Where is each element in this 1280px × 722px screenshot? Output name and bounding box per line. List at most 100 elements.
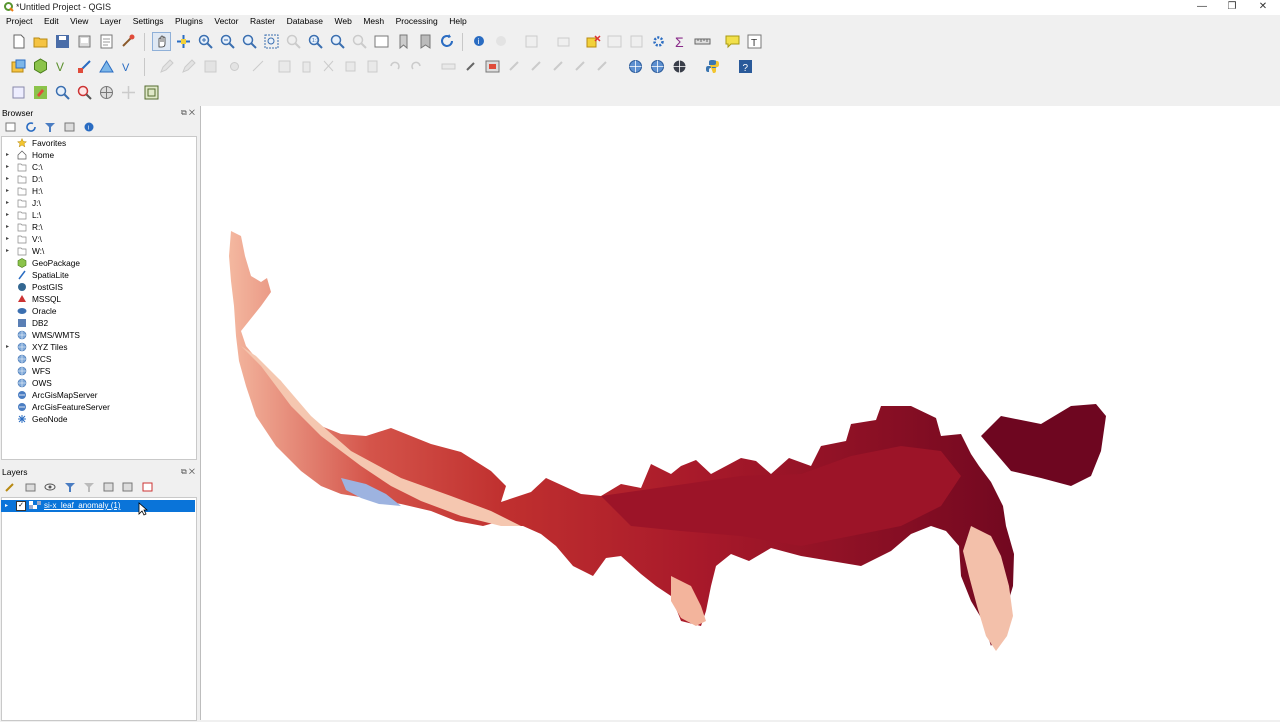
edit-pencil-icon[interactable] xyxy=(158,58,175,75)
new-bookmark-icon[interactable] xyxy=(395,33,412,50)
pan-map-icon[interactable] xyxy=(152,32,171,51)
rotate-label-icon[interactable] xyxy=(550,58,567,75)
ows-search-icon[interactable] xyxy=(671,58,688,75)
browser-item[interactable]: WCS xyxy=(2,353,196,365)
layer-visibility-checkbox[interactable]: ✓ xyxy=(16,501,26,511)
menu-settings[interactable]: Settings xyxy=(129,15,168,27)
show-bookmarks-icon[interactable] xyxy=(417,33,434,50)
browser-item[interactable]: ArcGisMapServer xyxy=(2,389,196,401)
expand-arrow-icon[interactable]: ▸ xyxy=(6,245,12,257)
save-as-icon[interactable] xyxy=(76,33,93,50)
filter-browser-icon[interactable] xyxy=(43,121,57,133)
move-plugin-icon[interactable] xyxy=(120,84,137,101)
browser-item[interactable]: WFS xyxy=(2,365,196,377)
search-plugin-icon[interactable] xyxy=(76,84,93,101)
browser-item[interactable]: GeoPackage xyxy=(2,257,196,269)
collapse-all-layers-icon[interactable] xyxy=(121,481,135,493)
browser-item[interactable]: PostGIS xyxy=(2,281,196,293)
expand-arrow-icon[interactable]: ▸ xyxy=(6,149,12,161)
menu-project[interactable]: Project xyxy=(2,15,36,27)
filter-by-expression-icon[interactable] xyxy=(82,481,96,493)
menu-processing[interactable]: Processing xyxy=(392,15,442,27)
new-geopackage-layer-icon[interactable] xyxy=(32,58,49,75)
data-source-manager-icon[interactable] xyxy=(10,58,27,75)
browser-item[interactable]: ArcGisFeatureServer xyxy=(2,401,196,413)
properties-icon[interactable]: i xyxy=(82,121,96,133)
add-mesh-layer-icon[interactable] xyxy=(98,58,115,75)
open-project-icon[interactable] xyxy=(32,33,49,50)
select-by-value-icon[interactable] xyxy=(555,33,572,50)
save-edits-icon[interactable] xyxy=(202,58,219,75)
zoom-plugin-icon[interactable] xyxy=(54,84,71,101)
toggle-editing-icon[interactable] xyxy=(180,58,197,75)
browser-item[interactable]: ▸ L:\ xyxy=(2,209,196,221)
plugin-favorite-icon[interactable] xyxy=(32,84,49,101)
zoom-next-icon[interactable] xyxy=(351,33,368,50)
expand-arrow-icon[interactable]: ▸ xyxy=(6,161,12,173)
browser-item[interactable]: WMS/WMTS xyxy=(2,329,196,341)
browser-item[interactable]: MSSQL xyxy=(2,293,196,305)
pan-to-selection-icon[interactable] xyxy=(175,33,192,50)
text-annotation-icon[interactable]: T xyxy=(746,33,763,50)
menu-raster[interactable]: Raster xyxy=(246,15,279,27)
add-delimited-text-icon[interactable]: V xyxy=(120,58,137,75)
deselect-icon[interactable] xyxy=(585,33,602,50)
menu-database[interactable]: Database xyxy=(283,15,327,27)
label-tool-icon[interactable] xyxy=(440,58,457,75)
menu-help[interactable]: Help xyxy=(445,15,470,27)
change-label-icon[interactable] xyxy=(572,58,589,75)
metasearch-icon[interactable] xyxy=(627,58,644,75)
expand-all-icon[interactable] xyxy=(102,481,116,493)
browser-item[interactable]: DB2 xyxy=(2,317,196,329)
zoom-native-icon[interactable]: 1:1 xyxy=(307,33,324,50)
modify-attributes-icon[interactable] xyxy=(276,58,293,75)
close-button[interactable]: ✕ xyxy=(1248,1,1278,14)
browser-item[interactable]: ▸ W:\ xyxy=(2,245,196,257)
expand-arrow-icon[interactable]: ▸ xyxy=(6,341,12,353)
browser-item[interactable]: ▸ Home xyxy=(2,149,196,161)
filter-legend-icon[interactable] xyxy=(63,481,77,493)
add-feature-icon[interactable] xyxy=(226,58,243,75)
layer-item[interactable]: ▸ ✓ si-x_leaf_anomaly (1) xyxy=(1,500,195,512)
style-manager-icon[interactable] xyxy=(120,33,137,50)
move-label-icon[interactable] xyxy=(528,58,545,75)
menu-layer[interactable]: Layer xyxy=(96,15,125,27)
attribute-table-icon[interactable] xyxy=(606,33,623,50)
undo-icon[interactable] xyxy=(386,58,403,75)
collapse-all-icon[interactable] xyxy=(63,121,77,133)
minimize-button[interactable]: — xyxy=(1187,1,1217,14)
open-layer-styling-icon[interactable] xyxy=(4,481,18,493)
expand-arrow-icon[interactable]: ▸ xyxy=(6,233,12,245)
vertex-tool-icon[interactable] xyxy=(250,58,267,75)
browser-item[interactable]: ▸ C:\ xyxy=(2,161,196,173)
expand-arrow-icon[interactable]: ▸ xyxy=(6,209,12,221)
statistics-icon[interactable]: Σ xyxy=(672,33,689,50)
expand-arrow-icon[interactable]: ▸ xyxy=(6,221,12,233)
add-selected-layers-icon[interactable] xyxy=(4,121,18,133)
add-vector-layer-icon[interactable]: V xyxy=(54,58,71,75)
expand-arrow-icon[interactable]: ▸ xyxy=(5,500,8,512)
manage-map-themes-icon[interactable] xyxy=(43,481,57,493)
browser-item[interactable]: Oracle xyxy=(2,305,196,317)
identify-icon[interactable]: i xyxy=(471,33,488,50)
field-calc-icon[interactable] xyxy=(628,33,645,50)
label-pin-icon[interactable] xyxy=(462,58,479,75)
zoom-in-icon[interactable] xyxy=(197,33,214,50)
browser-item[interactable]: ▸ V:\ xyxy=(2,233,196,245)
new-project-icon[interactable] xyxy=(10,33,27,50)
zoom-to-selection-icon[interactable] xyxy=(263,33,280,50)
layers-panel-controls[interactable]: ⧉ ✕ xyxy=(181,467,195,477)
browser-item[interactable]: Favorites xyxy=(2,137,196,149)
browser-item[interactable]: OWS xyxy=(2,377,196,389)
action-icon[interactable] xyxy=(493,33,510,50)
layout-plugin-icon[interactable] xyxy=(143,84,160,101)
wms-search-icon[interactable] xyxy=(649,58,666,75)
delete-selected-icon[interactable] xyxy=(298,58,315,75)
expand-arrow-icon[interactable]: ▸ xyxy=(6,173,12,185)
browser-panel-controls[interactable]: ⧉ ✕ xyxy=(181,108,195,118)
restore-button[interactable]: ❐ xyxy=(1217,1,1247,14)
paste-features-icon[interactable] xyxy=(364,58,381,75)
python-console-icon[interactable] xyxy=(704,58,721,75)
menu-edit[interactable]: Edit xyxy=(40,15,63,27)
new-map-view-icon[interactable] xyxy=(373,33,390,50)
